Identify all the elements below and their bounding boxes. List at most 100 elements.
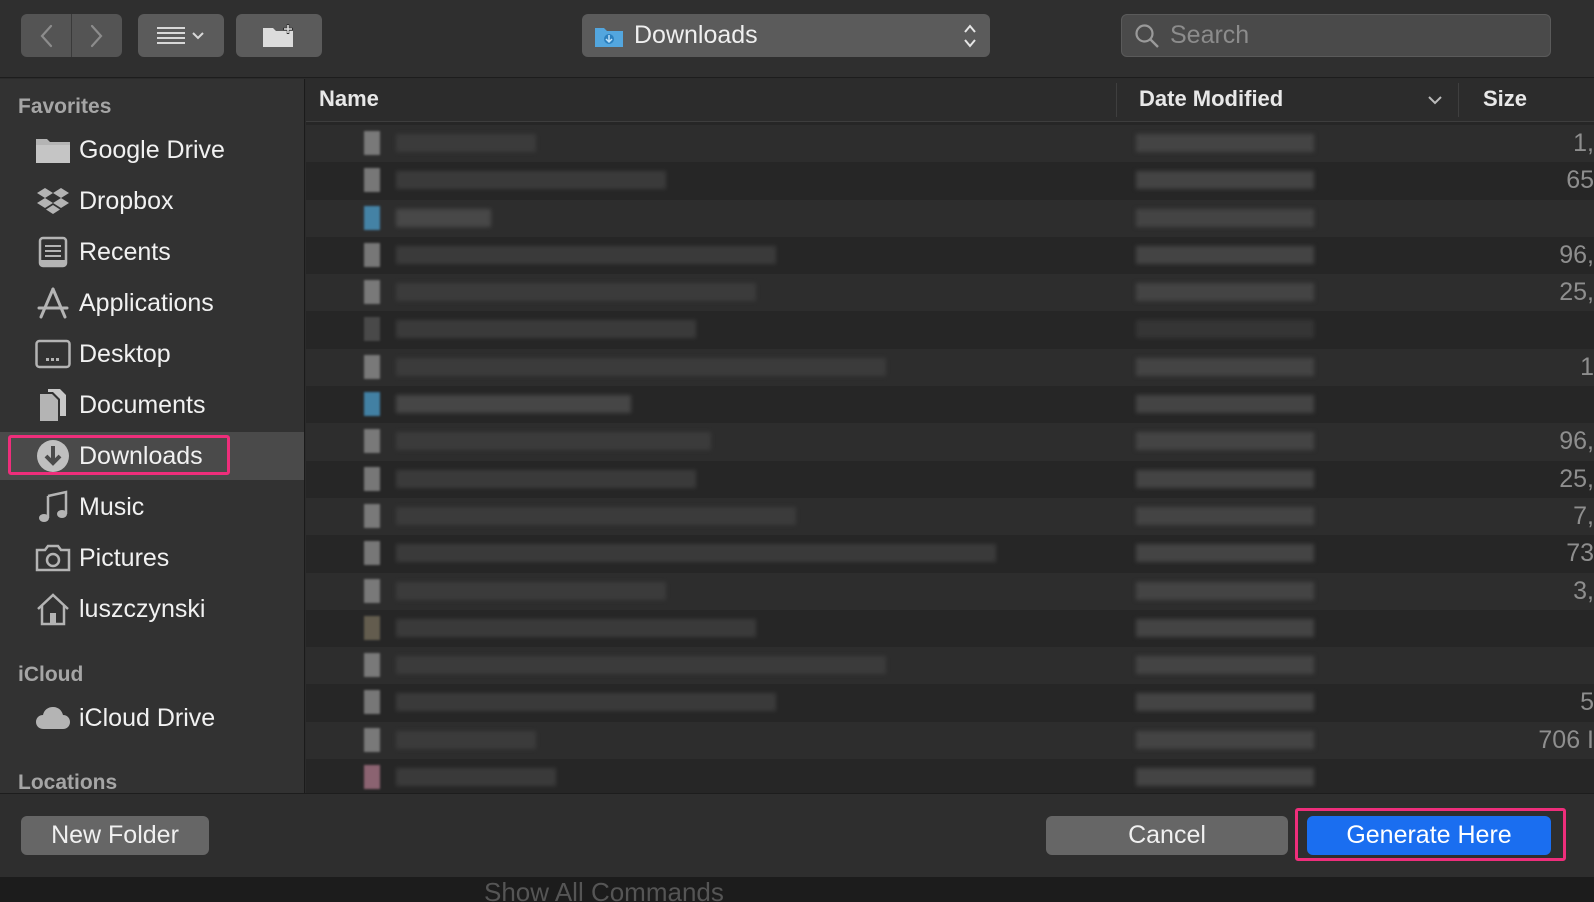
recents-icon — [34, 235, 72, 269]
table-row[interactable] — [306, 386, 1594, 423]
sidebar-item-recents[interactable]: Recents — [0, 228, 304, 276]
location-label: Downloads — [634, 21, 758, 49]
column-divider — [1116, 83, 1117, 117]
sidebar-item-dropbox[interactable]: Dropbox — [0, 177, 304, 225]
sidebar-item-label: Music — [79, 492, 145, 521]
table-row[interactable]: 1, — [306, 125, 1594, 163]
file-size: 96, — [1559, 240, 1594, 269]
downloads-folder-icon — [595, 27, 623, 47]
music-icon — [34, 490, 72, 524]
sidebar-item-music[interactable]: Music — [0, 483, 304, 531]
column-date-modified[interactable]: Date Modified — [1139, 86, 1283, 112]
sidebar-item-downloads[interactable]: Downloads — [0, 432, 304, 480]
file-size: 7, — [1573, 501, 1594, 530]
sort-chevron-down-icon — [1428, 96, 1442, 105]
table-row[interactable] — [306, 759, 1594, 793]
cancel-button[interactable]: Cancel — [1046, 816, 1288, 855]
table-row[interactable]: 96, — [306, 237, 1594, 274]
table-row[interactable]: 73 — [306, 535, 1594, 572]
column-divider — [1458, 83, 1459, 117]
new-folder-button[interactable]: New Folder — [21, 816, 209, 855]
file-size: 73 — [1566, 539, 1594, 568]
home-icon — [34, 592, 72, 626]
file-list: Name Date Modified Size 1, 65 96, 25, 1 … — [306, 79, 1594, 793]
file-size: 25, — [1559, 278, 1594, 307]
documents-icon — [34, 388, 72, 422]
search-input[interactable] — [1170, 21, 1540, 50]
folder-icon — [34, 133, 72, 167]
file-dialog: Downloads Favorites Google Drive — [0, 0, 1594, 902]
file-size: 25, — [1559, 464, 1594, 493]
sidebar-item-pictures[interactable]: Pictures — [0, 534, 304, 582]
sidebar-item-label: Documents — [79, 390, 206, 419]
back-button[interactable] — [21, 14, 71, 57]
background-window-strip: Show All Commands — [0, 877, 1594, 902]
dialog-footer: New Folder Cancel Generate Here — [0, 793, 1594, 877]
column-header: Name Date Modified Size — [306, 79, 1594, 122]
table-row[interactable] — [306, 610, 1594, 647]
table-row[interactable]: 25, — [306, 461, 1594, 498]
section-title-icloud: iCloud — [18, 663, 84, 686]
file-size: 96, — [1559, 427, 1594, 456]
search-field[interactable] — [1121, 14, 1551, 57]
applications-icon — [34, 286, 72, 320]
sidebar-item-desktop[interactable]: Desktop — [0, 330, 304, 378]
cloud-icon — [34, 701, 72, 735]
view-options-button[interactable] — [138, 14, 224, 57]
table-row[interactable]: 7, — [306, 497, 1594, 536]
file-size: 1 — [1580, 352, 1594, 381]
sidebar-item-label: Recents — [79, 237, 171, 266]
navigation-buttons — [21, 14, 122, 57]
table-row[interactable]: 96, — [306, 423, 1594, 461]
sidebar-item-label: Applications — [79, 288, 214, 317]
sidebar-item-label: luszczynski — [79, 594, 206, 623]
dropbox-icon — [34, 184, 72, 218]
search-icon — [1135, 23, 1159, 48]
downloads-icon — [34, 439, 72, 473]
table-row[interactable] — [306, 311, 1594, 348]
sidebar-item-label: Dropbox — [79, 186, 174, 215]
sidebar-item-label: Downloads — [79, 441, 203, 470]
sidebar-item-applications[interactable]: Applications — [0, 279, 304, 327]
chevron-left-icon — [40, 24, 53, 47]
file-size: 1, — [1573, 129, 1594, 157]
desktop-icon — [34, 337, 72, 371]
table-row[interactable]: 65 — [306, 162, 1594, 199]
up-down-chevron-icon — [964, 24, 976, 48]
table-row[interactable]: 1 — [306, 348, 1594, 387]
sidebar-item-label: Desktop — [79, 339, 171, 368]
file-size: 65 — [1566, 166, 1594, 195]
new-folder-toolbar-button[interactable] — [236, 14, 322, 57]
table-row[interactable]: 706 I — [306, 721, 1594, 760]
file-size: 5 — [1580, 688, 1594, 717]
sidebar-item-label: Google Drive — [79, 135, 225, 164]
file-size: 706 I — [1538, 725, 1594, 754]
sidebar-item-google-drive[interactable]: Google Drive — [0, 126, 304, 174]
sidebar-item-home[interactable]: luszczynski — [0, 585, 304, 633]
sidebar: Favorites Google Drive Dropbox Recents A… — [0, 79, 305, 793]
section-title-favorites: Favorites — [18, 95, 112, 118]
sidebar-item-icloud-drive[interactable]: iCloud Drive — [0, 694, 304, 742]
camera-icon — [34, 541, 72, 575]
location-popup[interactable]: Downloads — [582, 14, 990, 57]
chevron-right-icon — [90, 24, 103, 47]
sidebar-item-documents[interactable]: Documents — [0, 381, 304, 429]
table-row[interactable] — [306, 199, 1594, 237]
forward-button[interactable] — [71, 14, 122, 57]
generate-here-button[interactable]: Generate Here — [1307, 816, 1551, 855]
table-row[interactable]: 25, — [306, 274, 1594, 312]
section-title-locations: Locations — [18, 771, 118, 793]
column-name[interactable]: Name — [319, 86, 379, 112]
file-size: 3, — [1573, 576, 1594, 605]
sidebar-item-label: Pictures — [79, 543, 170, 572]
new-folder-icon — [263, 23, 293, 47]
file-rows: 1, 65 96, 25, 1 96, 25, 7, 73 3, 5 706 I — [306, 125, 1594, 793]
sidebar-item-label: iCloud Drive — [79, 703, 216, 732]
toolbar: Downloads — [0, 0, 1594, 78]
list-view-icon — [157, 26, 204, 44]
table-row[interactable] — [306, 647, 1594, 685]
background-command-text: Show All Commands — [484, 877, 724, 902]
table-row[interactable]: 3, — [306, 572, 1594, 610]
table-row[interactable]: 5 — [306, 684, 1594, 721]
column-size[interactable]: Size — [1483, 86, 1527, 112]
